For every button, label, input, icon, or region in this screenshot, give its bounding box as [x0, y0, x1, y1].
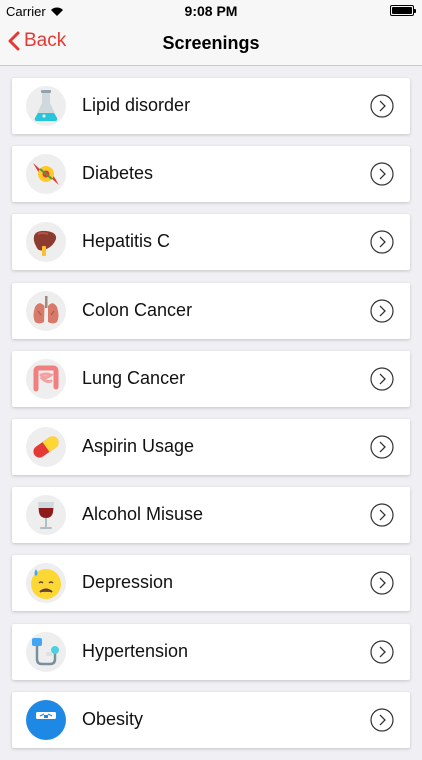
wine-glass-icon — [26, 495, 66, 536]
item-label: Lipid disorder — [82, 95, 191, 115]
status-bar: Carrier 9:08 PM — [0, 0, 422, 22]
chevron-right-icon[interactable] — [370, 639, 394, 664]
page-title: Screenings — [162, 33, 260, 53]
item-label: Lung Cancer — [82, 367, 186, 388]
item-label: Hepatitis C — [82, 231, 171, 252]
scale-icon — [26, 699, 66, 740]
item-label: Hypertension — [82, 640, 189, 661]
item-label: Diabetes — [82, 163, 154, 184]
chevron-right-icon[interactable] — [370, 94, 394, 118]
list-item[interactable]: Aspirin Usage — [12, 418, 410, 475]
chevron-right-icon[interactable] — [370, 435, 394, 459]
intestine-icon — [26, 358, 66, 399]
list-item[interactable]: Diabetes — [12, 146, 410, 203]
list-item[interactable]: Obesity — [12, 691, 410, 748]
list-item[interactable]: Colon Cancer — [12, 282, 410, 339]
candy-icon — [26, 154, 66, 195]
chevron-right-icon[interactable] — [370, 571, 394, 595]
pill-icon — [26, 426, 66, 467]
screenings-list: Lipid disorder Diabetes Hepatitis C Colo… — [12, 78, 410, 760]
chevron-right-icon[interactable] — [370, 367, 394, 391]
chevron-right-icon[interactable] — [370, 708, 394, 732]
item-label: Depression — [82, 572, 174, 593]
list-item[interactable]: Depression — [12, 555, 410, 612]
chevron-right-icon[interactable] — [370, 503, 394, 527]
list-item[interactable]: Hepatitis C — [12, 214, 410, 271]
chevron-right-icon[interactable] — [370, 162, 394, 186]
blood-pressure-icon — [26, 631, 66, 672]
item-label: Alcohol Misuse — [82, 504, 204, 525]
flask-icon — [26, 86, 66, 126]
lungs-icon — [26, 290, 66, 331]
item-label: Obesity — [82, 708, 144, 729]
chevron-right-icon[interactable] — [370, 298, 394, 323]
status-time: 9:08 PM — [184, 3, 238, 19]
list-item[interactable]: Lipid disorder — [12, 78, 410, 134]
list-item[interactable]: Lung Cancer — [12, 350, 410, 407]
item-label: Aspirin Usage — [82, 435, 195, 456]
navigation-bar: Back Screenings — [0, 22, 422, 66]
list-item[interactable]: Alcohol Misuse — [12, 487, 410, 544]
battery-icon — [390, 5, 416, 16]
chevron-right-icon[interactable] — [370, 230, 394, 254]
list-item[interactable]: Hypertension — [12, 623, 410, 680]
sad-face-icon — [26, 563, 66, 604]
liver-icon — [26, 222, 66, 263]
item-label: Colon Cancer — [82, 299, 193, 320]
